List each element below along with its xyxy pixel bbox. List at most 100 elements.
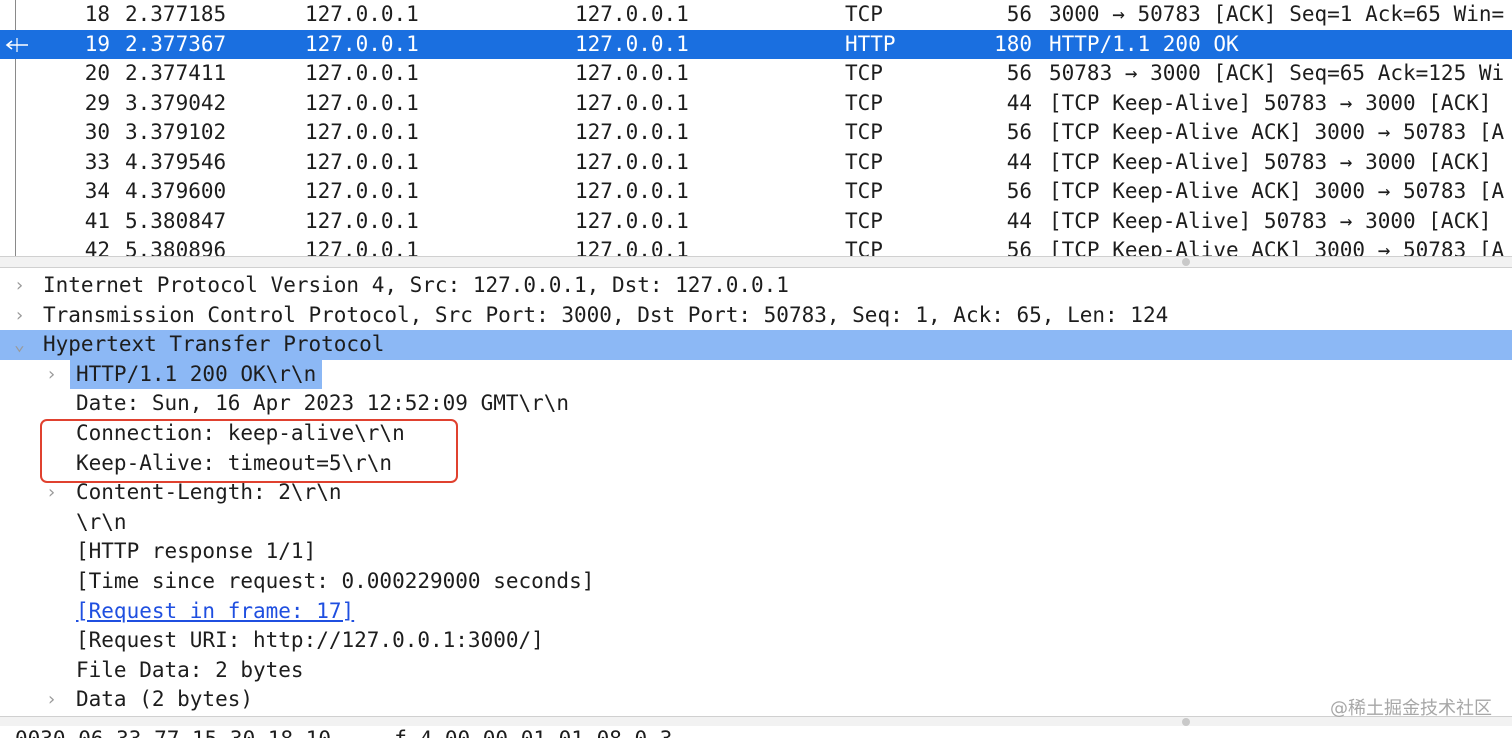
detail-tree-label: Hypertext Transfer Protocol [43,332,385,357]
packet-source: 127.0.0.1 [305,90,419,115]
detail-tree-item[interactable]: \r\n [0,508,1512,538]
packet-time: 5.380896 [125,238,227,258]
packet-row[interactable]: 42 5.380896 127.0.0.1 127.0.0.1 TCP 56 [TCP Ke… [0,236,1512,258]
detail-tree-label: [Time since request: 0.000229000 seconds… [76,569,595,593]
packet-protocol: TCP [845,208,883,233]
response-arrow-icon [5,37,28,52]
packet-info: HTTP/1.1 200 OK [1049,31,1239,56]
packet-info: [TCP Keep-Alive ACK] 3000 → 50783 [A [1049,238,1505,258]
packet-time: 2.377411 [125,61,227,85]
detail-tree-label: Transmission Control Protocol, Src Port:… [43,302,1169,327]
detail-tree-label: Internet Protocol Version 4, Src: 127.0.… [43,273,789,297]
pane-splitter-top[interactable] [0,256,1512,268]
packet-destination: 127.0.0.1 [575,208,689,233]
chevron-down-icon[interactable]: ⌄ [14,330,30,360]
packet-number: 30 [84,120,110,144]
chevron-right-icon[interactable]: › [46,685,62,715]
chevron-right-icon[interactable]: › [14,271,30,301]
packet-row[interactable]: 29 3.379042 127.0.0.1 127.0.0.1 TCP 44 [TCP Ke… [0,89,1512,119]
request-frame-link[interactable]: [Request in frame: 17] [70,597,360,627]
packet-time: 2.377367 [125,31,227,56]
packet-source: 127.0.0.1 [305,179,419,203]
packet-source: 127.0.0.1 [305,31,419,56]
detail-tree-item[interactable]: [Request in frame: 17] [0,597,1512,627]
packet-destination: 127.0.0.1 [575,61,689,85]
packet-source: 127.0.0.1 [305,2,419,26]
packet-length: 56 [1006,120,1032,144]
detail-tree-label: \r\n [76,509,127,534]
detail-tree-item[interactable]: File Data: 2 bytes [0,656,1512,686]
packet-destination: 127.0.0.1 [575,90,689,115]
detail-tree-item[interactable]: [HTTP response 1/1] [0,537,1512,567]
packet-time: 3.379042 [125,90,227,115]
detail-tree-item[interactable]: [Time since request: 0.000229000 seconds… [0,567,1512,597]
annotation-highlight-box [40,419,458,483]
packet-row[interactable]: 30 3.379102 127.0.0.1 127.0.0.1 TCP 56 [TCP Ke… [0,118,1512,148]
detail-tree-item[interactable]: › Internet Protocol Version 4, Src: 127.0… [0,271,1512,301]
packet-info: [TCP Keep-Alive ACK] 3000 → 50783 [A [1049,179,1505,203]
packet-list-pane: 18 2.377185 127.0.0.1 127.0.0.1 TCP 56 3000 → … [0,0,1512,258]
detail-tree-label: [HTTP response 1/1] [76,539,317,564]
packet-source: 127.0.0.1 [305,238,419,258]
packet-row[interactable]: 34 4.379600 127.0.0.1 127.0.0.1 TCP 56 [TCP Ke… [0,177,1512,207]
packet-number: 34 [84,179,110,203]
packet-number: 20 [84,61,110,85]
packet-info: [TCP Keep-Alive] 50783 → 3000 [ACK] [1049,208,1492,233]
packet-number: 33 [84,149,110,174]
packet-info: [TCP Keep-Alive] 50783 → 3000 [ACK] [1049,149,1492,174]
detail-tree-label: Data (2 bytes) [76,687,254,712]
packet-protocol: TCP [845,179,883,203]
detail-tree-item[interactable]: › Data (2 bytes) [0,685,1512,715]
packet-source: 127.0.0.1 [305,61,419,85]
packet-row[interactable]: 33 4.379546 127.0.0.1 127.0.0.1 TCP 44 [TCP Ke… [0,148,1512,178]
detail-tree-item[interactable]: ⌄ Hypertext Transfer Protocol [0,330,1512,360]
packet-time: 5.380847 [125,208,227,233]
detail-tree-item[interactable]: › HTTP/1.1 200 OK\r\n [0,359,1512,390]
packet-length: 44 [1006,90,1032,115]
packet-length: 56 [1006,238,1032,258]
packet-row[interactable]: 20 2.377411 127.0.0.1 127.0.0.1 TCP 56 50783 →… [0,59,1512,89]
packet-row-selected[interactable]: 19 2.377367 127.0.0.1 127.0.0.1 HTTP 180 HTTP/… [0,29,1512,59]
packet-length: 44 [1006,149,1032,174]
packet-length: 56 [1006,2,1032,26]
packet-protocol: TCP [845,2,883,26]
splitter-handle-icon[interactable] [1182,718,1190,726]
packet-length: 180 [994,31,1032,56]
packet-bytes-pane: 0030 06 33 77 15 30 18 10 ... f 4 00 00 … [0,726,1512,738]
detail-tree-label: HTTP/1.1 200 OK\r\n [70,359,323,390]
packet-source: 127.0.0.1 [305,120,419,144]
packet-destination: 127.0.0.1 [575,2,689,26]
packet-info: 3000 → 50783 [ACK] Seq=1 Ack=65 Win= [1049,2,1505,26]
packet-protocol: TCP [845,90,883,115]
chevron-right-icon[interactable]: › [14,301,30,331]
packet-details-pane: › Internet Protocol Version 4, Src: 127.0… [0,268,1512,716]
detail-tree-label: [Request URI: http://127.0.0.1:3000/] [76,628,544,653]
packet-destination: 127.0.0.1 [575,238,689,258]
detail-tree-item[interactable]: [Request URI: http://127.0.0.1:3000/] [0,626,1512,656]
packet-info: [TCP Keep-Alive ACK] 3000 → 50783 [A [1049,120,1505,144]
packet-time: 3.379102 [125,120,227,144]
packet-number: 29 [84,90,110,115]
packet-row[interactable]: 41 5.380847 127.0.0.1 127.0.0.1 TCP 44 [TCP Ke… [0,207,1512,237]
splitter-handle-icon[interactable] [1182,258,1190,266]
detail-tree-item[interactable]: › Transmission Control Protocol, Src Port… [0,301,1512,331]
detail-tree-item[interactable]: Date: Sun, 16 Apr 2023 12:52:09 GMT\r\n [0,389,1512,419]
packet-protocol: TCP [845,238,883,258]
chevron-right-icon[interactable]: › [46,360,62,390]
packet-destination: 127.0.0.1 [575,31,689,56]
packet-info: 50783 → 3000 [ACK] Seq=65 Ack=125 Wi [1049,61,1505,85]
packet-number: 19 [84,31,110,56]
packet-protocol: HTTP [845,31,896,56]
packet-destination: 127.0.0.1 [575,179,689,203]
packet-time: 4.379546 [125,149,227,174]
packet-protocol: TCP [845,149,883,174]
watermark: @稀土掘金技术社区 [1330,698,1492,719]
detail-tree-label: Date: Sun, 16 Apr 2023 12:52:09 GMT\r\n [76,391,570,416]
packet-time: 4.379600 [125,179,227,203]
packet-length: 44 [1006,208,1032,233]
packet-info: [TCP Keep-Alive] 50783 → 3000 [ACK] [1049,90,1492,115]
packet-destination: 127.0.0.1 [575,149,689,174]
packet-source: 127.0.0.1 [305,149,419,174]
packet-row[interactable]: 18 2.377185 127.0.0.1 127.0.0.1 TCP 56 3000 → … [0,0,1512,30]
hex-dump-line: 0030 06 33 77 15 30 18 10 ... f 4 00 00 … [15,729,672,738]
